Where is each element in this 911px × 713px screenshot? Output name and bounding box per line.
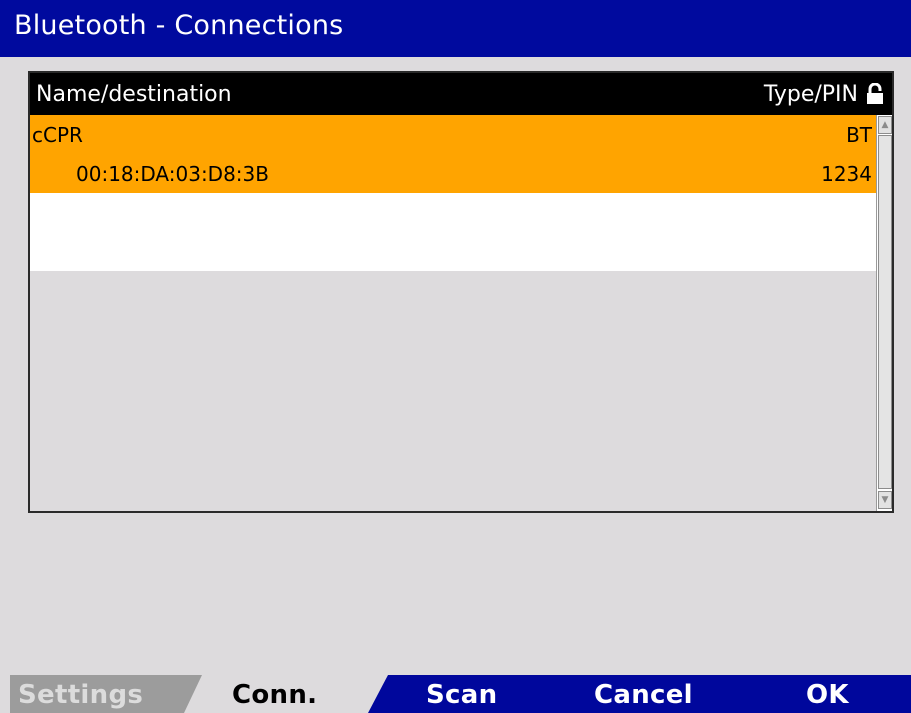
softkey-ok[interactable]: OK: [806, 680, 849, 710]
connections-list: Name/destination Type/PIN cCPR BT 00:18:…: [28, 71, 894, 513]
lock-icon: [867, 83, 883, 104]
softkey-bar: Settings Conn. Scan Cancel OK: [0, 675, 911, 713]
column-header-type: Type/PIN: [763, 82, 858, 107]
softkey-conn[interactable]: Conn.: [232, 680, 317, 710]
list-item-cCPR-detail[interactable]: 00:18:DA:03:D8:3B 1234: [30, 154, 876, 193]
device-name: cCPR: [32, 123, 83, 147]
device-address: 00:18:DA:03:D8:3B: [76, 162, 269, 186]
list-header: Name/destination Type/PIN: [30, 73, 892, 115]
device-pin: 1234: [821, 162, 872, 186]
title-bar: Bluetooth - Connections: [0, 0, 911, 57]
scrollbar-thumb[interactable]: [878, 135, 892, 489]
empty-row: [30, 193, 876, 232]
list-item-cCPR[interactable]: cCPR BT: [30, 115, 876, 154]
column-header-name: Name/destination: [36, 82, 232, 107]
device-type: BT: [846, 123, 872, 147]
scroll-down-arrow-icon[interactable]: ▼: [878, 491, 892, 509]
vertical-scrollbar[interactable]: ▲ ▼: [876, 115, 892, 511]
list-rows: cCPR BT 00:18:DA:03:D8:3B 1234: [30, 115, 876, 511]
window-title: Bluetooth - Connections: [14, 10, 344, 41]
softkey-settings[interactable]: Settings: [18, 680, 143, 710]
empty-row: [30, 232, 876, 271]
softkey-scan[interactable]: Scan: [426, 680, 497, 710]
softkey-cancel[interactable]: Cancel: [594, 680, 693, 710]
scroll-up-arrow-icon[interactable]: ▲: [878, 116, 892, 134]
